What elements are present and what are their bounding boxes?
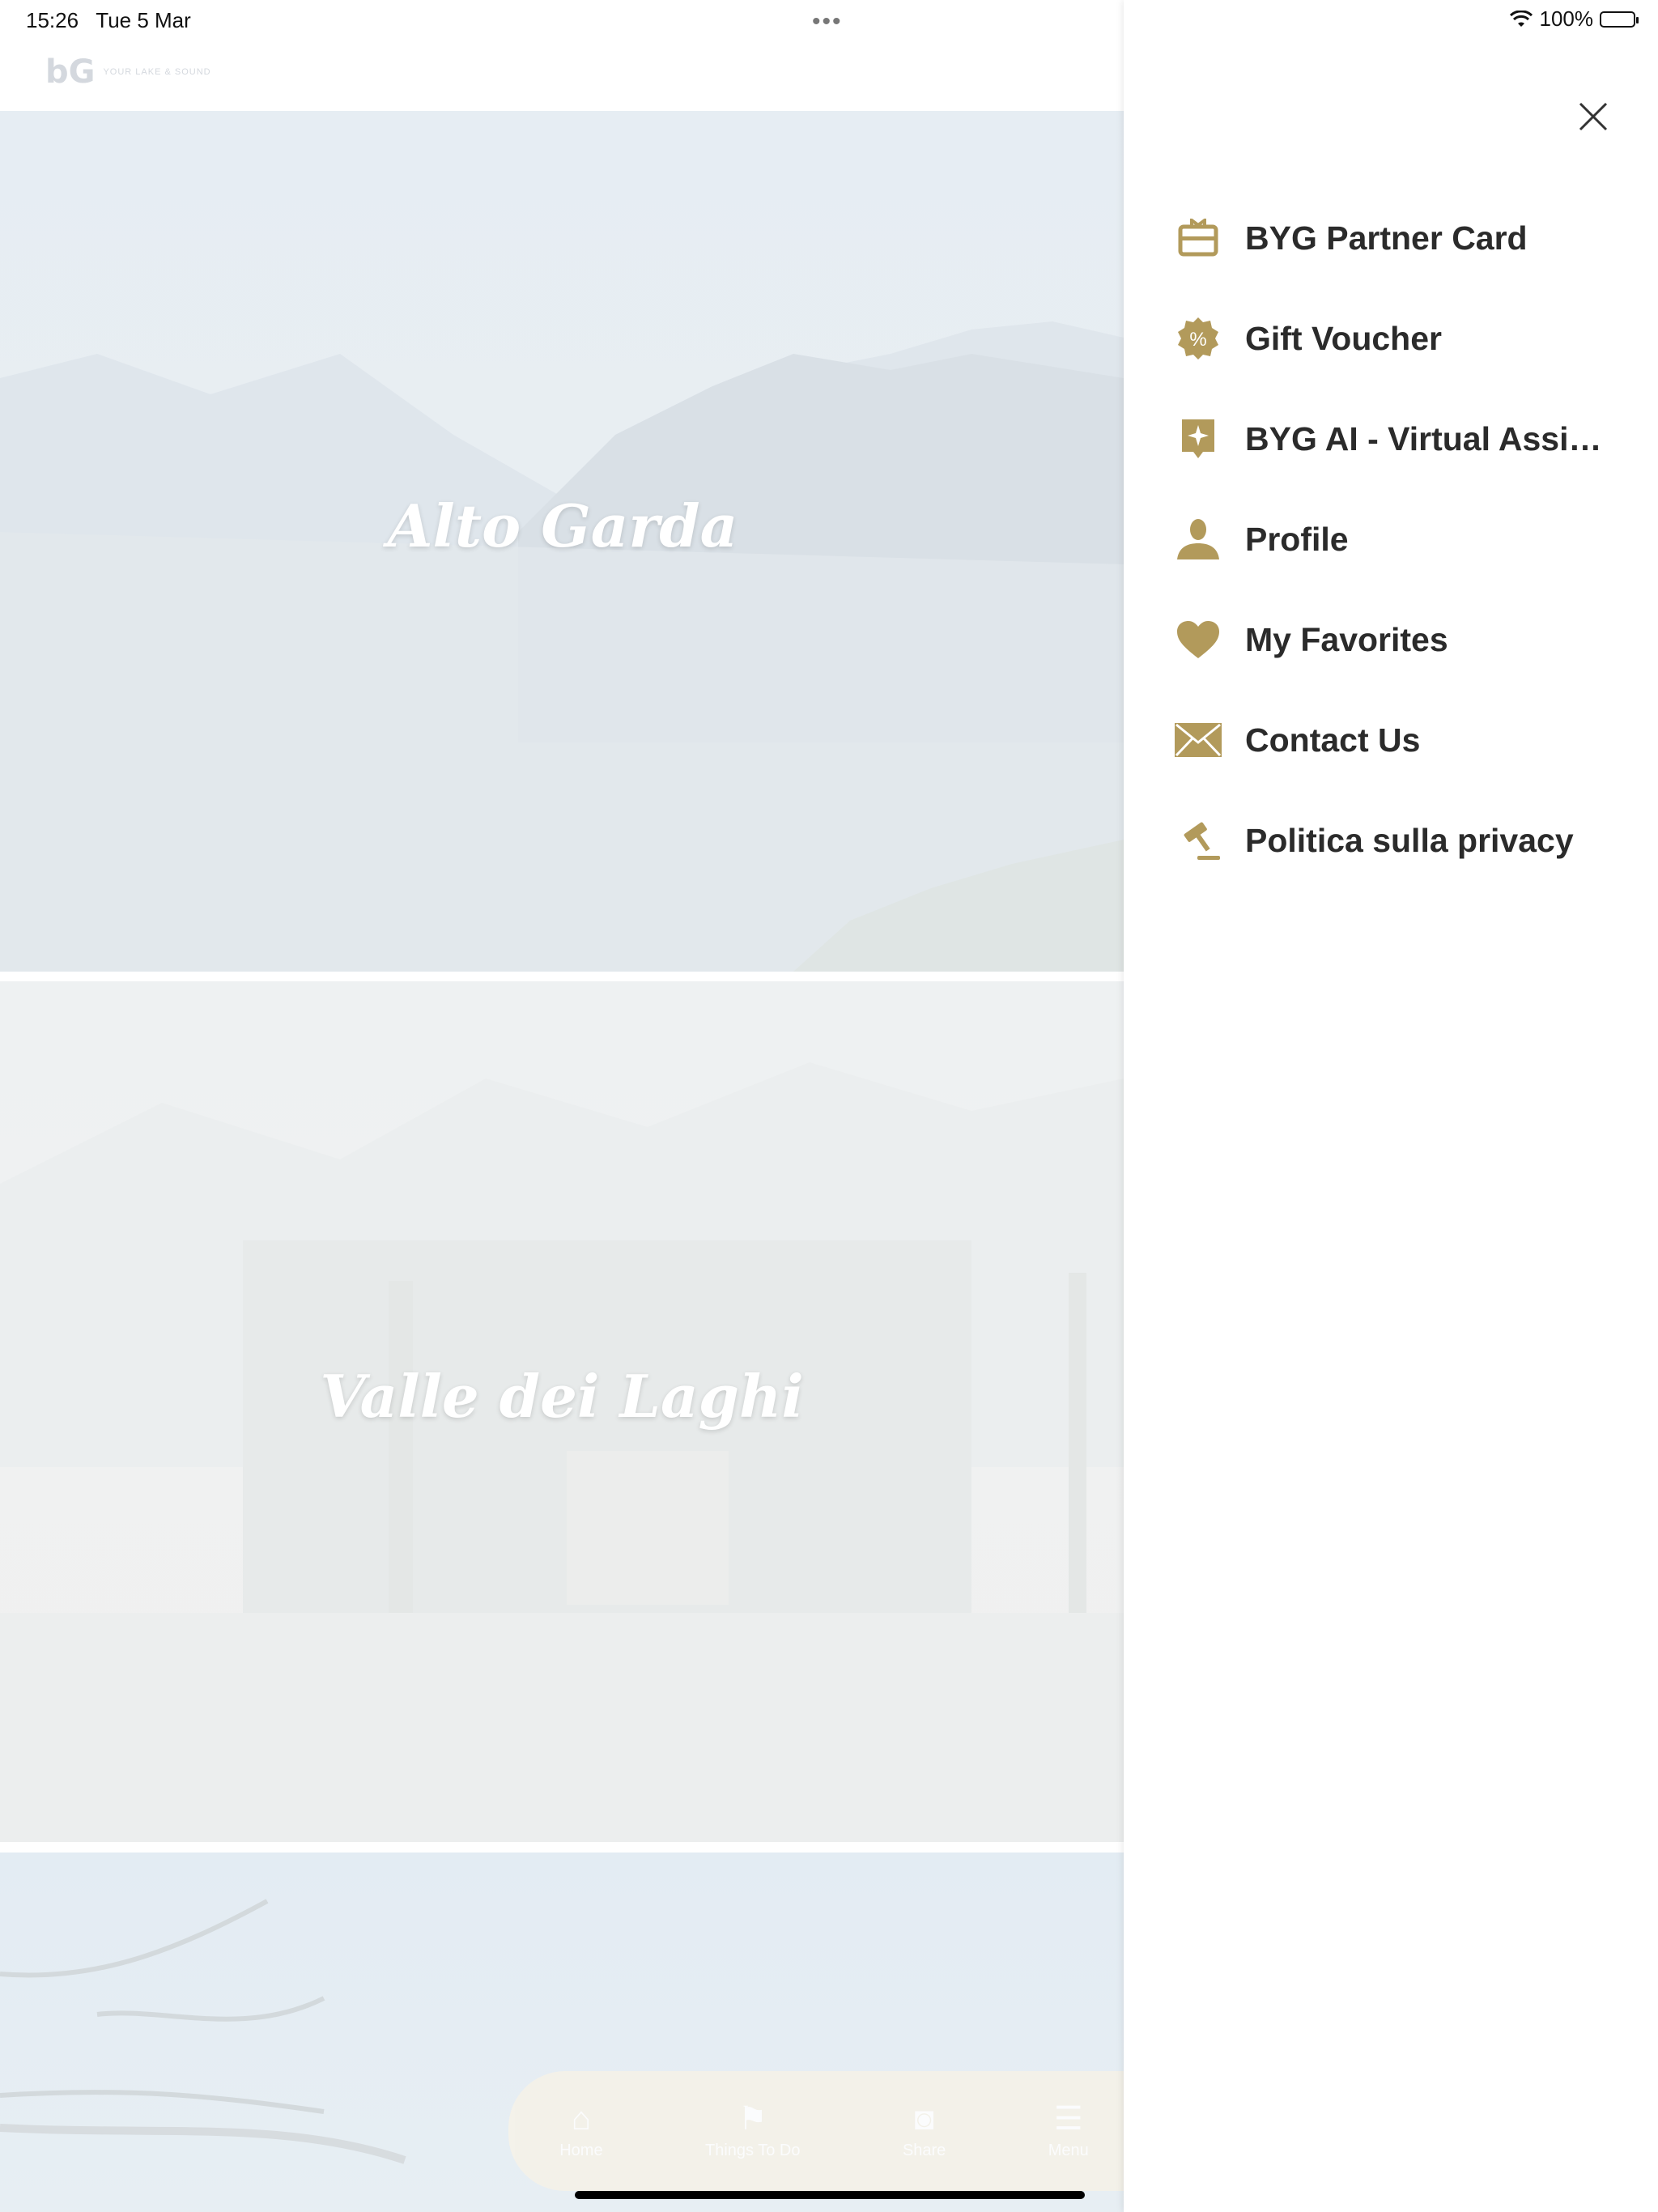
tab-menu-label: Menu [1048, 2141, 1089, 2159]
status-time-date: 15:26 Tue 5 Mar [26, 8, 191, 33]
drawer-menu: BYG Partner Card % Gift Voucher BYG AI -… [1174, 188, 1627, 891]
menu-item-favorites[interactable]: My Favorites [1174, 589, 1627, 690]
status-bar: 15:26 Tue 5 Mar ••• 100% [0, 0, 1658, 39]
status-date: Tue 5 Mar [96, 8, 191, 32]
area-card-alto-garda[interactable]: Alto Garda [0, 111, 1124, 972]
tab-share[interactable]: ◙ Share [903, 2103, 946, 2160]
gavel-icon [1174, 816, 1222, 865]
partner-card-icon [1174, 214, 1222, 262]
tab-home[interactable]: ⌂ Home [559, 2103, 602, 2160]
close-icon[interactable] [1575, 99, 1611, 134]
envelope-icon [1174, 716, 1222, 764]
status-time: 15:26 [26, 8, 79, 32]
profile-icon [1174, 515, 1222, 564]
tab-things-to-do[interactable]: ⚑ Things To Do [705, 2103, 800, 2160]
signpost-icon: ⚑ [738, 2100, 767, 2137]
home-icon: ⌂ [571, 2100, 591, 2137]
menu-item-label: Politica sulla privacy [1245, 821, 1574, 859]
menu-item-label: Contact Us [1245, 721, 1421, 759]
menu-item-gift-voucher[interactable]: % Gift Voucher [1174, 288, 1627, 389]
menu-item-label: Gift Voucher [1245, 319, 1442, 357]
status-right: 100% [1509, 6, 1639, 32]
menu-item-profile[interactable]: Profile [1174, 489, 1627, 589]
voucher-badge-icon: % [1174, 314, 1222, 363]
app-header: bG YOUR LAKE & SOUND [0, 39, 1124, 110]
menu-item-label: Profile [1245, 520, 1349, 558]
svg-text:%: % [1189, 329, 1206, 351]
tab-home-label: Home [559, 2141, 603, 2159]
card-title: Alto Garda [387, 491, 738, 560]
heart-icon [1174, 615, 1222, 664]
wifi-icon [1509, 10, 1533, 27]
logo-mark: bG [45, 53, 96, 91]
app-logo[interactable]: bG YOUR LAKE & SOUND [45, 53, 211, 91]
multitasking-dots[interactable]: ••• [812, 8, 843, 36]
bottom-tab-bar: ⌂ Home ⚑ Things To Do ◙ Share ☰ Menu [508, 2071, 1140, 2191]
menu-item-label: BYG Partner Card [1245, 219, 1528, 257]
menu-item-privacy-policy[interactable]: Politica sulla privacy [1174, 790, 1627, 891]
battery-percent: 100% [1539, 6, 1594, 31]
tab-things-to-do-label: Things To Do [705, 2141, 801, 2159]
camera-icon: ◙ [914, 2100, 934, 2137]
home-indicator[interactable] [575, 2191, 1085, 2199]
menu-item-ai-assistant[interactable]: BYG AI - Virtual Assist... [1174, 389, 1627, 489]
tab-menu[interactable]: ☰ Menu [1048, 2103, 1089, 2160]
battery-icon [1600, 11, 1639, 28]
menu-item-contact-us[interactable]: Contact Us [1174, 690, 1627, 790]
menu-icon: ☰ [1053, 2100, 1083, 2137]
menu-item-label: BYG AI - Virtual Assist... [1245, 419, 1618, 457]
ai-sparkle-icon [1174, 415, 1222, 463]
card-title: Valle dei Laghi [320, 1362, 804, 1431]
tab-share-label: Share [902, 2141, 946, 2159]
area-card-valle-dei-laghi[interactable]: Valle dei Laghi [0, 981, 1124, 1842]
menu-item-partner-card[interactable]: BYG Partner Card [1174, 188, 1627, 288]
menu-item-label: My Favorites [1245, 620, 1448, 658]
logo-text: YOUR LAKE & SOUND [103, 67, 211, 77]
